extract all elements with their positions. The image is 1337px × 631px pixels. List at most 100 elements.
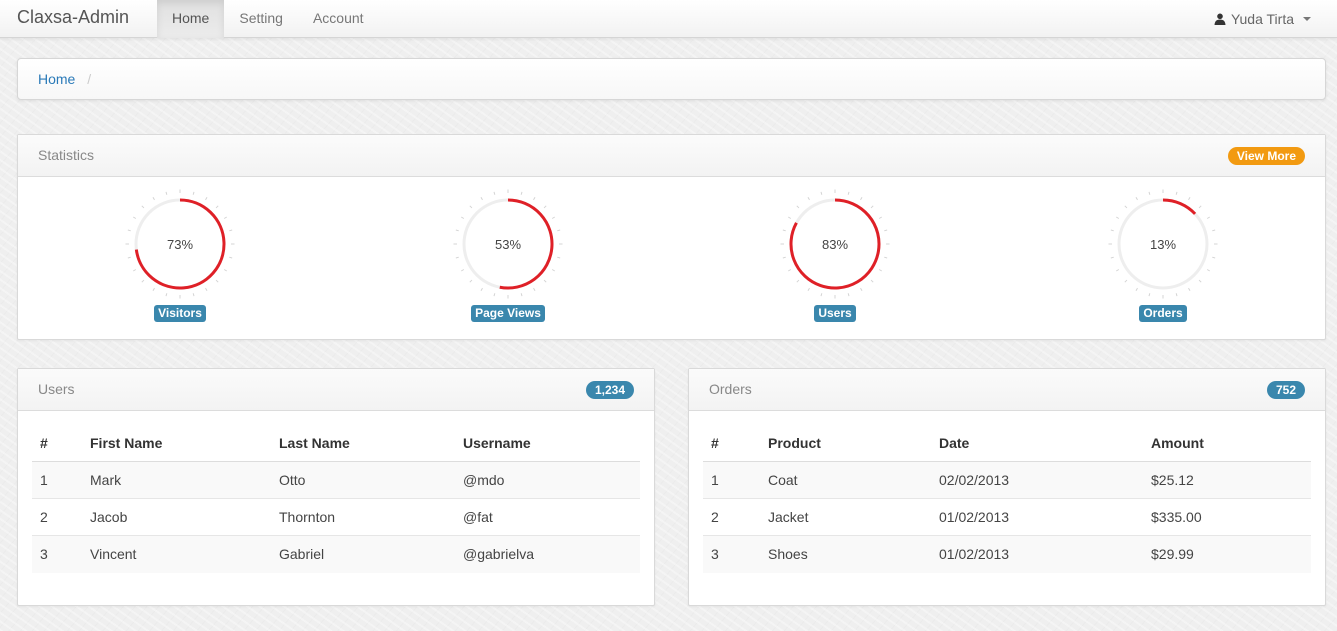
gauge-tick — [1148, 293, 1151, 297]
user-menu[interactable]: Yuda Tirta — [1214, 0, 1311, 38]
gauge-tick — [860, 196, 863, 201]
gauge-orders: 13% Orders — [1103, 189, 1223, 322]
user-name: Yuda Tirta — [1230, 10, 1294, 27]
gauge-tick — [165, 293, 168, 297]
table-cell: Jacket — [760, 498, 931, 536]
table-cell: @fat — [455, 498, 640, 536]
gauge-label-orders: Orders — [1139, 305, 1187, 322]
gauge-tick — [132, 216, 137, 219]
gauge-tick — [192, 293, 195, 297]
table-row[interactable]: 2 Jacob Thornton @fat — [32, 498, 640, 536]
gauge-label-page-views: Page Views — [471, 305, 545, 322]
gauge-tick — [205, 287, 208, 292]
table-cell: $335.00 — [1143, 498, 1311, 536]
gauge-tick — [820, 191, 823, 195]
orders-title: Orders — [709, 381, 752, 397]
gauge-tick — [455, 229, 459, 232]
table-row[interactable]: 3 Shoes 01/02/2013 $29.99 — [703, 535, 1311, 573]
table-cell: 1 — [32, 461, 82, 499]
gauge-tick — [1175, 293, 1178, 297]
gauge-percent-text: 53% — [495, 237, 521, 252]
top-navbar: Claxsa-Admin Home Setting Account Yuda T… — [0, 0, 1337, 38]
table-cell: 2 — [32, 498, 82, 536]
gauge-tick — [782, 229, 786, 232]
users-title: Users — [38, 381, 75, 397]
column-header: Date — [931, 429, 1143, 462]
gauge-tick — [215, 205, 219, 209]
gauge-tick — [1206, 269, 1211, 272]
gauge-tick — [141, 205, 145, 209]
chevron-down-icon — [1303, 17, 1311, 21]
gauge-tick — [469, 205, 473, 209]
gauge-tick — [1110, 229, 1114, 232]
orders-table: # Product Date Amount 1 Coat 02/02/2013 … — [703, 429, 1311, 573]
gauge-dial: 83% — [780, 189, 890, 299]
column-header: # — [703, 429, 760, 462]
gauge-tick — [165, 191, 168, 195]
gauge-tick — [493, 191, 496, 195]
gauge-label-users: Users — [814, 305, 856, 322]
brand-logo[interactable]: Claxsa-Admin — [17, 7, 129, 28]
column-header: Product — [760, 429, 931, 462]
column-header: Username — [455, 429, 640, 462]
gauge-tick — [132, 269, 137, 272]
gauge-tick — [878, 216, 883, 219]
gauge-tick — [543, 205, 547, 209]
gauge-tick — [1124, 205, 1128, 209]
gauge-row: 73% Visitors 53% Page Views 83% Users 13… — [18, 177, 1325, 340]
gauge-tick — [1212, 256, 1216, 259]
gauge-tick — [782, 256, 786, 259]
gauge-tick — [807, 196, 810, 201]
gauge-tick — [152, 196, 155, 201]
nav-item-home[interactable]: Home — [157, 0, 225, 38]
gauge-tick — [1198, 205, 1202, 209]
gauge-percent-text: 73% — [167, 237, 193, 252]
breadcrumb-home-link[interactable]: Home — [38, 71, 75, 87]
column-header: Amount — [1143, 429, 1311, 462]
gauge-tick — [229, 229, 233, 232]
gauge-percent-text: 83% — [822, 237, 848, 252]
gauge-dial: 13% — [1108, 189, 1218, 299]
gauge-dial: 73% — [125, 189, 235, 299]
table-row[interactable]: 3 Vincent Gabriel @gabrielva — [32, 535, 640, 573]
gauge-tick — [127, 229, 131, 232]
gauge-tick — [205, 196, 208, 201]
users-table: # First Name Last Name Username 1 Mark O… — [32, 429, 640, 573]
gauge-percent-text: 13% — [1150, 237, 1176, 252]
gauge-tick — [1135, 196, 1138, 201]
nav-item-account[interactable]: Account — [298, 0, 379, 38]
orders-count-badge: 752 — [1266, 381, 1305, 399]
gauge-tick — [192, 191, 195, 195]
gauge-tick — [796, 205, 800, 209]
table-row[interactable]: 1 Mark Otto @mdo — [32, 461, 640, 499]
nav-item-setting[interactable]: Setting — [224, 0, 298, 38]
gauge-tick — [520, 191, 523, 195]
column-header: First Name — [82, 429, 271, 462]
gauge-tick — [480, 287, 483, 292]
gauge-tick — [141, 279, 145, 283]
gauge-tick — [1110, 256, 1114, 259]
users-panel: Users 1,234 # First Name Last Name Usern… — [17, 368, 655, 606]
table-row[interactable]: 1 Coat 02/02/2013 $25.12 — [703, 461, 1311, 499]
gauge-tick — [557, 229, 561, 232]
gauge-tick — [229, 256, 233, 259]
gauge-tick — [557, 256, 561, 259]
statistics-panel: Statistics View More 73% Visitors 53% Pa… — [17, 134, 1326, 340]
gauge-tick — [1135, 287, 1138, 292]
gauge-tick — [796, 279, 800, 283]
table-cell: 02/02/2013 — [931, 461, 1143, 499]
user-icon — [1214, 13, 1226, 25]
table-cell: Vincent — [82, 535, 271, 573]
table-row[interactable]: 2 Jacket 01/02/2013 $335.00 — [703, 498, 1311, 536]
table-cell: Otto — [271, 461, 455, 499]
table-cell: Thornton — [271, 498, 455, 536]
gauge-tick — [878, 269, 883, 272]
breadcrumb: Home / — [17, 58, 1326, 100]
gauge-tick — [215, 279, 219, 283]
gauge-tick — [460, 269, 465, 272]
gauge-tick — [847, 191, 850, 195]
table-cell: @mdo — [455, 461, 640, 499]
gauge-tick — [884, 229, 888, 232]
gauge-tick — [847, 293, 850, 297]
view-more-button[interactable]: View More — [1227, 147, 1305, 165]
